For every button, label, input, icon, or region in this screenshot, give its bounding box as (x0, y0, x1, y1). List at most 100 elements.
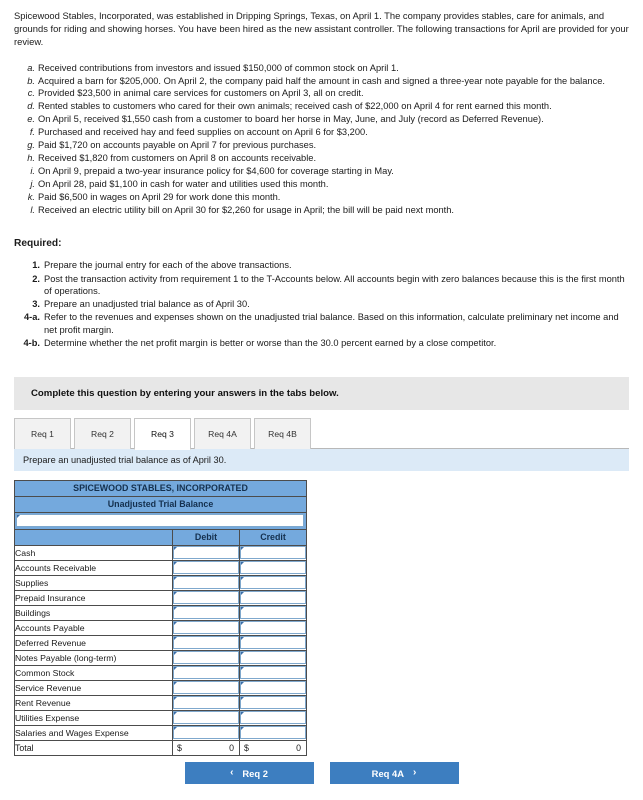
debit-input-cell[interactable] (172, 649, 240, 666)
tab-strip: Req 1 Req 2 Req 3 Req 4A Req 4B (14, 417, 629, 450)
debit-input[interactable] (173, 666, 239, 680)
credit-input-cell[interactable] (238, 619, 308, 636)
debit-input-cell[interactable] (172, 559, 240, 576)
table-title-row: SPICEWOOD STABLES, INCORPORATED (13, 479, 308, 497)
credit-input[interactable] (240, 606, 307, 620)
tab-req-2[interactable]: Req 2 (74, 417, 131, 449)
credit-column-header: Credit (238, 528, 308, 546)
tab-instruction-banner: Prepare an unadjusted trial balance as o… (14, 448, 629, 471)
transaction-letter: l. (30, 204, 35, 215)
credit-input[interactable] (240, 696, 307, 710)
transaction-text: Received an electric utility bill on Apr… (38, 204, 455, 215)
tab-req-4b[interactable]: Req 4B (254, 417, 311, 449)
credit-input-cell[interactable] (238, 724, 308, 741)
debit-input-cell[interactable] (172, 589, 240, 606)
statement-name-cell: Unadjusted Trial Balance (13, 495, 308, 513)
account-column-header (14, 528, 173, 546)
credit-input-cell[interactable] (238, 544, 308, 561)
transaction-letter: d. (27, 101, 35, 112)
credit-input-cell[interactable] (238, 694, 308, 711)
debit-input[interactable] (173, 606, 239, 620)
transaction-letter: a. (27, 62, 35, 73)
debit-input-cell[interactable] (172, 694, 240, 711)
debit-input[interactable] (173, 621, 239, 635)
transaction-text: On April 5, received $1,550 cash from a … (38, 114, 544, 125)
debit-input-cell[interactable] (172, 679, 240, 696)
transaction-letter: k. (27, 191, 35, 202)
transaction-item: i. On April 9, prepaid a two-year insuran… (22, 165, 629, 177)
tab-req-1[interactable]: Req 1 (14, 417, 71, 449)
debit-input[interactable] (173, 591, 239, 605)
credit-input-cell[interactable] (238, 559, 308, 576)
trial-balance-table: SPICEWOOD STABLES, INCORPORATED Unadjust… (13, 479, 308, 756)
transaction-letter: i. (30, 165, 35, 176)
transaction-text: Paid $1,720 on accounts payable on April… (38, 140, 317, 151)
credit-input[interactable] (240, 576, 307, 590)
date-input[interactable] (16, 513, 305, 527)
requirement-tabs: Req 1 Req 2 Req 3 Req 4A Req 4B (14, 417, 629, 450)
credit-input-cell[interactable] (238, 679, 308, 696)
prev-requirement-button[interactable]: ‹ Req 2 (184, 762, 314, 784)
table-row: Buildings (14, 604, 308, 621)
credit-input[interactable] (240, 636, 307, 650)
prev-requirement-label: Req 2 (242, 767, 268, 779)
debit-input[interactable] (173, 576, 239, 590)
required-heading: Required: (14, 238, 62, 250)
credit-input[interactable] (240, 681, 307, 695)
debit-input-cell[interactable] (172, 709, 240, 726)
transaction-text: Paid $6,500 in wages on April 29 for wor… (38, 191, 281, 202)
credit-input-cell[interactable] (238, 589, 308, 606)
credit-input[interactable] (240, 666, 307, 680)
credit-input[interactable] (240, 711, 307, 725)
debit-input[interactable] (173, 696, 239, 710)
transaction-item: l. Received an electric utility bill on A… (22, 204, 629, 216)
credit-input[interactable] (240, 651, 307, 665)
credit-input-cell[interactable] (238, 649, 308, 666)
debit-input-cell[interactable] (172, 544, 240, 561)
debit-input-cell[interactable] (172, 604, 240, 621)
debit-input-cell[interactable] (172, 664, 240, 681)
debit-input-cell[interactable] (172, 724, 240, 741)
credit-input-cell[interactable] (238, 664, 308, 681)
debit-input[interactable] (173, 651, 239, 665)
transaction-item: f. Purchased and received hay and feed su… (22, 126, 629, 138)
debit-input-cell[interactable] (172, 634, 240, 651)
account-name-cell: Notes Payable (long-term) (14, 649, 173, 666)
transaction-text: Received $1,820 from customers on April … (38, 152, 317, 163)
trial-balance-body: SPICEWOOD STABLES, INCORPORATED Unadjust… (13, 479, 308, 756)
transaction-text: Provided $23,500 in animal care services… (38, 88, 364, 99)
transaction-text: Received contributions from investors an… (38, 62, 399, 73)
transaction-text: Acquired a barn for $205,000. On April 2… (38, 75, 605, 86)
tab-label: Req 3 (151, 428, 174, 439)
credit-input[interactable] (240, 591, 307, 605)
credit-input-cell[interactable] (238, 634, 308, 651)
next-requirement-button[interactable]: Req 4A › (329, 762, 459, 784)
debit-input[interactable] (173, 726, 239, 740)
account-name-cell: Service Revenue (14, 679, 173, 696)
debit-input[interactable] (173, 681, 239, 695)
transaction-text: On April 28, paid $1,100 in cash for wat… (38, 178, 329, 189)
tab-req-4a[interactable]: Req 4A (194, 417, 251, 449)
tab-label: Req 4A (208, 428, 237, 439)
debit-input[interactable] (173, 636, 239, 650)
credit-input[interactable] (240, 621, 307, 635)
debit-input[interactable] (173, 546, 239, 560)
tab-req-3[interactable]: Req 3 (134, 417, 191, 450)
credit-input-cell[interactable] (238, 574, 308, 591)
debit-input-cell[interactable] (172, 619, 240, 636)
credit-input[interactable] (240, 546, 307, 560)
requirement-text: Prepare an unadjusted trial balance as o… (44, 299, 250, 310)
credit-input-cell[interactable] (238, 709, 308, 726)
debit-input[interactable] (173, 561, 239, 575)
date-input-cell[interactable] (13, 511, 308, 530)
transaction-item: e. On April 5, received $1,550 cash from … (22, 113, 629, 125)
credit-input[interactable] (240, 726, 307, 740)
debit-input[interactable] (173, 711, 239, 725)
requirement-number: 4-a. (23, 312, 40, 323)
credit-input-cell[interactable] (238, 604, 308, 621)
transaction-letter: j. (30, 178, 35, 189)
transaction-letter: h. (27, 152, 35, 163)
credit-input[interactable] (240, 561, 307, 575)
debit-input-cell[interactable] (172, 574, 240, 591)
table-row: Supplies (14, 574, 308, 591)
